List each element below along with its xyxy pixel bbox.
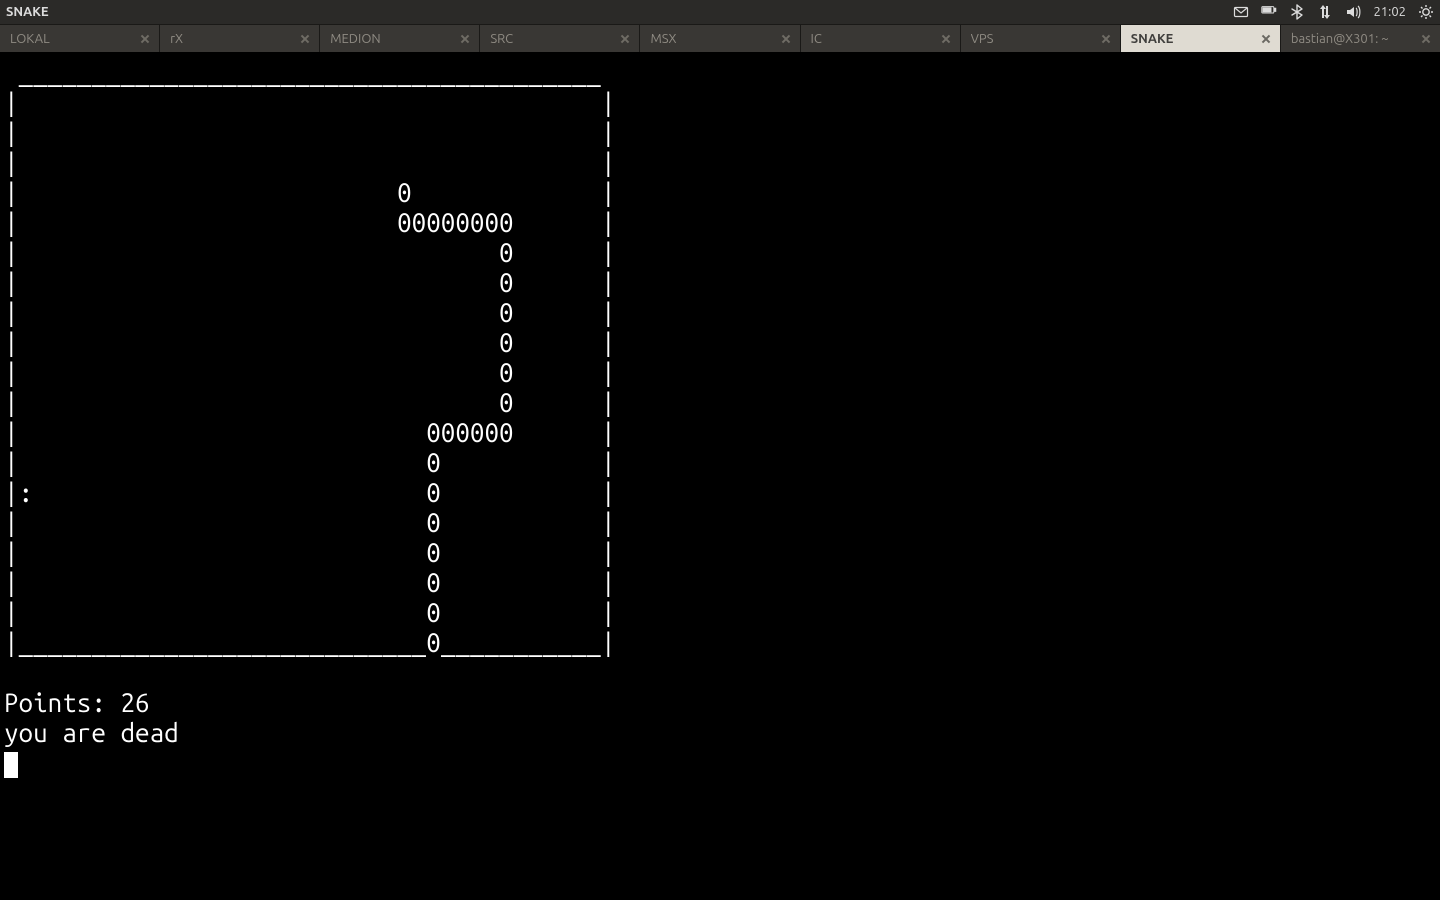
mail-icon[interactable]	[1233, 4, 1249, 20]
clock[interactable]: 21:02	[1373, 5, 1406, 19]
tab-label: SRC	[490, 32, 513, 46]
close-icon[interactable]	[940, 33, 952, 45]
close-icon[interactable]	[299, 33, 311, 45]
top-panel: SNAKE	[0, 0, 1440, 24]
close-icon[interactable]	[139, 33, 151, 45]
close-icon[interactable]	[1420, 33, 1432, 45]
terminal-line: | 0 |	[4, 568, 1436, 598]
terminal-line: Points: 26	[4, 688, 1436, 718]
terminal-tab[interactable]: LOKAL	[0, 25, 160, 53]
terminal-tab[interactable]: SNAKE	[1121, 25, 1281, 53]
terminal-line: | 00000000 |	[4, 208, 1436, 238]
terminal-tab[interactable]: IC	[801, 25, 961, 53]
tab-label: SNAKE	[1131, 32, 1174, 46]
terminal-tab[interactable]: SRC	[480, 25, 640, 53]
sound-icon[interactable]	[1345, 4, 1361, 20]
terminal-line: |____________________________0__________…	[4, 628, 1436, 658]
tab-label: LOKAL	[10, 32, 50, 46]
gear-icon[interactable]	[1418, 4, 1434, 20]
tab-label: VPS	[971, 32, 994, 46]
terminal-tab[interactable]: rX	[160, 25, 320, 53]
terminal-line: | 0 |	[4, 328, 1436, 358]
close-icon[interactable]	[459, 33, 471, 45]
terminal-line: | 0 |	[4, 538, 1436, 568]
terminal-tab[interactable]: MEDION	[320, 25, 480, 53]
tab-label: bastian@X301: ~	[1291, 32, 1389, 46]
terminal-tab[interactable]: bastian@X301: ~	[1281, 25, 1440, 53]
tab-label: MEDION	[330, 32, 380, 46]
terminal-line: | 000000 |	[4, 418, 1436, 448]
close-icon[interactable]	[619, 33, 631, 45]
tab-label: rX	[170, 32, 183, 46]
cursor	[4, 752, 18, 778]
app-title: SNAKE	[6, 5, 49, 19]
terminal-output[interactable]: ________________________________________…	[0, 52, 1440, 900]
terminal-line: | |	[4, 118, 1436, 148]
cursor-row	[4, 748, 1436, 778]
terminal-line: | 0 |	[4, 448, 1436, 478]
terminal-line	[4, 658, 1436, 688]
terminal-line: | 0 |	[4, 298, 1436, 328]
terminal-tab-strip: LOKAL rX MEDION SRC MSX IC VPS SNAKE bastian@X30…	[0, 24, 1440, 54]
terminal-line: you are dead	[4, 718, 1436, 748]
terminal-line: | 0 |	[4, 268, 1436, 298]
terminal-line: |: 0 |	[4, 478, 1436, 508]
battery-icon[interactable]	[1261, 4, 1277, 20]
terminal-line: | 0 |	[4, 388, 1436, 418]
network-icon[interactable]	[1317, 4, 1333, 20]
close-icon[interactable]	[1260, 33, 1272, 45]
terminal-line: ________________________________________	[4, 58, 1436, 88]
terminal-tab[interactable]: VPS	[961, 25, 1121, 53]
terminal-line: | 0 |	[4, 508, 1436, 538]
tab-label: IC	[811, 32, 822, 46]
terminal-line: | 0 |	[4, 178, 1436, 208]
close-icon[interactable]	[1100, 33, 1112, 45]
terminal-tab[interactable]: MSX	[640, 25, 800, 53]
terminal-line: | 0 |	[4, 238, 1436, 268]
terminal-line: | 0 |	[4, 358, 1436, 388]
bluetooth-icon[interactable]	[1289, 4, 1305, 20]
terminal-line: | 0 |	[4, 598, 1436, 628]
tab-label: MSX	[650, 32, 676, 46]
terminal-line: | |	[4, 148, 1436, 178]
close-icon[interactable]	[780, 33, 792, 45]
terminal-line: | |	[4, 88, 1436, 118]
